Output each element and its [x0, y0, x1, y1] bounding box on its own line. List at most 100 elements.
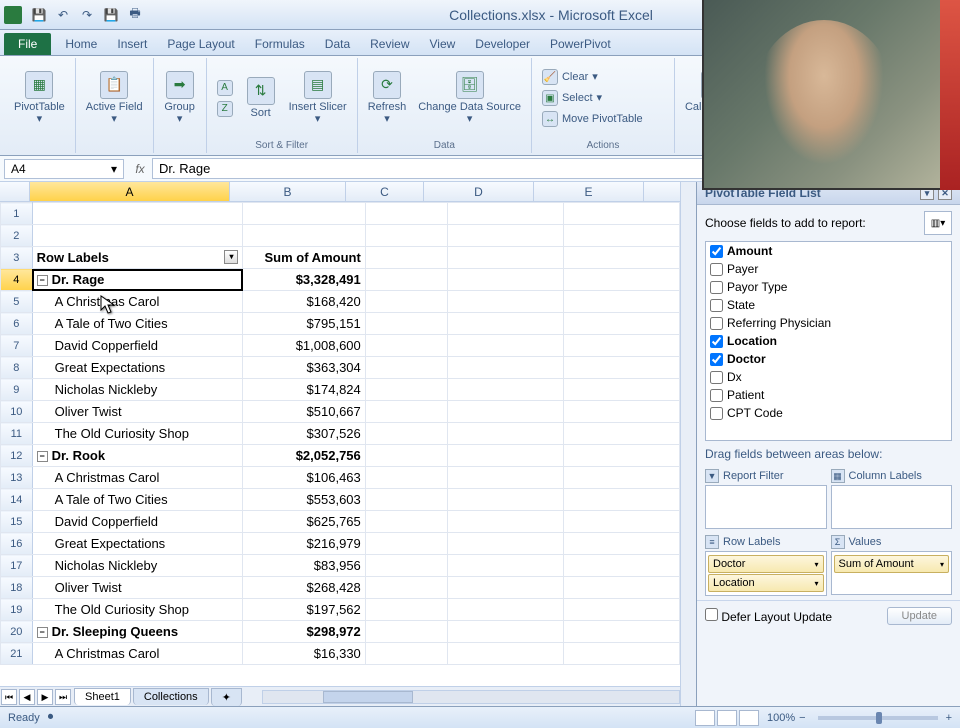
cell[interactable]: Sum of Amount [243, 247, 365, 269]
field-checkbox[interactable] [710, 389, 723, 402]
name-box-dropdown-icon[interactable]: ▾ [111, 162, 117, 176]
cell[interactable] [563, 489, 679, 511]
cell[interactable]: −Dr. Rage [32, 269, 243, 291]
collapse-button[interactable]: − [37, 627, 48, 638]
cell[interactable] [448, 335, 564, 357]
cell[interactable]: Great Expectations [32, 357, 243, 379]
field-item-payer[interactable]: Payer [706, 260, 951, 278]
cell[interactable] [365, 401, 447, 423]
sheet-nav-last[interactable]: ⏭ [55, 689, 71, 705]
sheet-tab-new[interactable]: ✦ [211, 688, 242, 706]
cell[interactable] [365, 599, 447, 621]
cell[interactable] [365, 577, 447, 599]
row-header[interactable]: 6 [1, 313, 33, 335]
tab-review[interactable]: Review [360, 33, 419, 55]
tab-powerpivot[interactable]: PowerPivot [540, 33, 621, 55]
active-field-button[interactable]: 📋Active Field▾ [82, 69, 147, 127]
cell[interactable]: $216,979 [243, 533, 365, 555]
update-button[interactable]: Update [887, 607, 952, 625]
cell[interactable]: $363,304 [243, 357, 365, 379]
view-page-layout-button[interactable] [717, 710, 737, 726]
cell[interactable] [448, 225, 564, 247]
cell[interactable]: $1,008,600 [243, 335, 365, 357]
cell[interactable]: $16,330 [243, 643, 365, 665]
cell[interactable]: $268,428 [243, 577, 365, 599]
cell[interactable] [365, 445, 447, 467]
cell[interactable] [365, 467, 447, 489]
field-checkbox[interactable] [710, 371, 723, 384]
sheet-nav-prev[interactable]: ◀ [19, 689, 35, 705]
defer-layout-checkbox[interactable]: Defer Layout Update [705, 608, 832, 624]
cell[interactable] [365, 643, 447, 665]
cell[interactable] [563, 467, 679, 489]
name-box[interactable]: A4▾ [4, 159, 124, 179]
row-header[interactable]: 19 [1, 599, 33, 621]
row-header[interactable]: 18 [1, 577, 33, 599]
qat-save2-button[interactable]: 💾 [100, 4, 122, 26]
change-data-source-button[interactable]: 🗄Change Data Source▾ [414, 69, 525, 127]
cell[interactable] [448, 203, 564, 225]
row-header[interactable]: 10 [1, 401, 33, 423]
field-checkbox[interactable] [710, 335, 723, 348]
cell[interactable] [448, 247, 564, 269]
row-header[interactable]: 5 [1, 291, 33, 313]
vertical-scrollbar[interactable] [680, 182, 696, 706]
tab-home[interactable]: Home [55, 33, 107, 55]
row-header[interactable]: 3 [1, 247, 33, 269]
cell[interactable] [563, 445, 679, 467]
cell[interactable] [563, 511, 679, 533]
cell[interactable] [365, 335, 447, 357]
select-button[interactable]: ▣Select ▾ [538, 88, 668, 108]
field-checkbox[interactable] [710, 245, 723, 258]
cell[interactable]: $553,603 [243, 489, 365, 511]
cell[interactable] [448, 621, 564, 643]
view-page-break-button[interactable] [739, 710, 759, 726]
tab-page-layout[interactable]: Page Layout [157, 33, 244, 55]
move-pivottable-button[interactable]: ↔Move PivotTable [538, 109, 668, 129]
cell[interactable] [563, 269, 679, 291]
cell[interactable] [448, 533, 564, 555]
cell[interactable]: $307,526 [243, 423, 365, 445]
cell[interactable] [365, 225, 447, 247]
cell[interactable]: $174,824 [243, 379, 365, 401]
cell[interactable] [448, 599, 564, 621]
cell[interactable] [448, 445, 564, 467]
row-chip-doctor[interactable]: Doctor▾ [708, 555, 824, 573]
value-chip-sum-amount[interactable]: Sum of Amount▾ [834, 555, 950, 573]
cell[interactable] [448, 357, 564, 379]
sheet-nav-first[interactable]: ⏮ [1, 689, 17, 705]
cell[interactable] [563, 357, 679, 379]
row-header[interactable]: 20 [1, 621, 33, 643]
cell[interactable] [563, 533, 679, 555]
cell[interactable] [448, 643, 564, 665]
field-item-state[interactable]: State [706, 296, 951, 314]
cell[interactable]: A Christmas Carol [32, 291, 243, 313]
cell[interactable] [365, 247, 447, 269]
cell[interactable]: David Copperfield [32, 335, 243, 357]
row-header[interactable]: 15 [1, 511, 33, 533]
field-checkbox[interactable] [710, 353, 723, 366]
col-header-e[interactable]: E [534, 182, 644, 201]
cell[interactable]: Nicholas Nickleby [32, 555, 243, 577]
tab-insert[interactable]: Insert [107, 33, 157, 55]
sheet-tab-collections[interactable]: Collections [133, 688, 209, 705]
cell[interactable] [365, 357, 447, 379]
cell[interactable] [448, 467, 564, 489]
field-checkbox[interactable] [710, 281, 723, 294]
cell[interactable]: −Dr. Rook [32, 445, 243, 467]
cell[interactable]: Oliver Twist [32, 577, 243, 599]
cell[interactable]: $795,151 [243, 313, 365, 335]
field-item-amount[interactable]: Amount [706, 242, 951, 260]
cell[interactable] [563, 313, 679, 335]
cell[interactable]: $168,420 [243, 291, 365, 313]
cell[interactable] [563, 423, 679, 445]
row-header[interactable]: 2 [1, 225, 33, 247]
cell[interactable] [365, 291, 447, 313]
cell[interactable]: $2,052,756 [243, 445, 365, 467]
select-all-corner[interactable] [0, 182, 30, 201]
cell[interactable]: −Dr. Sleeping Queens [32, 621, 243, 643]
cell[interactable]: Great Expectations [32, 533, 243, 555]
row-header[interactable]: 12 [1, 445, 33, 467]
insert-slicer-button[interactable]: ▤Insert Slicer▾ [285, 69, 351, 127]
zoom-out-button[interactable]: − [799, 712, 805, 724]
